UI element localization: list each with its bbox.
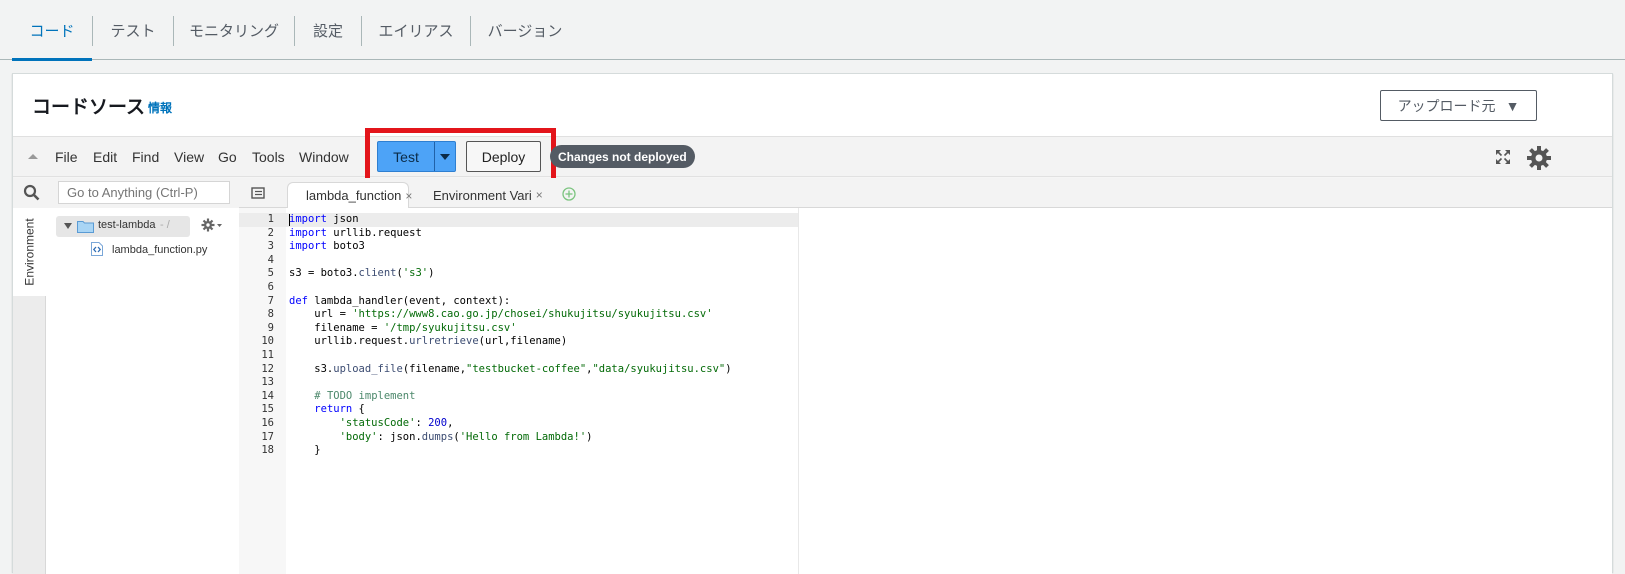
menu-window[interactable]: Window — [299, 149, 349, 165]
editor-tab-bar: lambda_function × Environment Vari × — [239, 178, 1612, 208]
line-number: 9 — [267, 321, 274, 334]
close-icon[interactable]: × — [536, 188, 543, 202]
highlight-annotation-box — [365, 128, 556, 184]
search-icon[interactable] — [23, 184, 40, 201]
menu-view[interactable]: View — [174, 149, 204, 165]
tab-list-icon[interactable] — [251, 187, 265, 199]
line-number: 5 — [267, 267, 274, 280]
code-text: urllib.request.urlretrieve(url,filename) — [289, 335, 568, 348]
code-text: import boto3 — [289, 240, 365, 253]
menu-edit[interactable]: Edit — [93, 149, 117, 165]
line-number: 7 — [267, 294, 274, 307]
code-text: # TODO implement — [314, 389, 416, 402]
menu-go[interactable]: Go — [218, 149, 237, 165]
tree-root-path: - / — [160, 219, 170, 231]
code-text: import urllib.request — [289, 226, 422, 239]
code-editor[interactable]: 1 import json 2 import urllib.request 3 impor… — [239, 208, 1612, 574]
line-number: 18 — [261, 444, 274, 457]
tab-lambda-function[interactable]: lambda_function × — [287, 182, 412, 208]
code-text: 'statusCode': 200, — [339, 416, 454, 429]
text-cursor — [289, 214, 290, 226]
menu-file[interactable]: File — [55, 149, 78, 165]
panel-title: コードソース — [32, 97, 146, 118]
close-icon[interactable]: × — [405, 189, 412, 203]
line-number: 1 — [267, 213, 274, 225]
cloud9-ide: File Edit Find View Go Tools Window Test… — [13, 128, 1612, 574]
tree-settings-gear-icon[interactable] — [201, 218, 223, 232]
info-link[interactable]: 情報 — [148, 99, 172, 116]
go-to-anything-input[interactable] — [58, 181, 230, 204]
code-text: 'body': json.dumps('Hello from Lambda!') — [339, 430, 593, 443]
line-number: 15 — [261, 403, 274, 416]
environment-tab-label: Environment — [22, 218, 37, 286]
line-number: 16 — [261, 416, 274, 429]
line-number: 4 — [267, 253, 274, 266]
folder-icon — [77, 221, 94, 233]
line-number: 13 — [261, 376, 274, 389]
menu-tools[interactable]: Tools — [252, 149, 285, 165]
tab-environment-variables-label: Environment Vari — [433, 187, 532, 203]
tree-file-lambda-function[interactable]: lambda_function.py — [112, 244, 207, 256]
code-text: s3.upload_file(filename,"testbucket-coff… — [289, 362, 732, 375]
collapse-up-icon[interactable] — [27, 150, 39, 162]
code-text: import json — [289, 213, 359, 225]
code-source-panel: コードソース 情報 アップロード元 ▼ File Edit Find View … — [12, 73, 1613, 574]
tab-aliases[interactable]: エイリアス — [362, 0, 470, 60]
code-text: return { — [314, 403, 365, 416]
expand-arrow-icon[interactable] — [64, 222, 72, 230]
line-number: 10 — [261, 335, 274, 348]
tab-test[interactable]: テスト — [93, 0, 173, 60]
code-text: def lambda_handler(event, context): — [289, 294, 511, 307]
tab-environment-variables[interactable]: Environment Vari × — [433, 182, 553, 208]
tab-lambda-function-label: lambda_function — [306, 188, 402, 203]
tab-versions[interactable]: バージョン — [471, 0, 579, 60]
caret-down-icon: ▼ — [1505, 97, 1520, 114]
function-tabs: コード テスト モニタリング 設定 エイリアス バージョン — [0, 0, 1625, 61]
line-number: 2 — [267, 226, 274, 239]
line-number: 14 — [261, 389, 274, 402]
settings-gear-icon[interactable] — [1526, 145, 1552, 171]
line-number: 3 — [267, 240, 274, 253]
tree-root-label: test-lambda — [98, 219, 156, 231]
code-text: url = 'https://www8.cao.go.jp/chosei/shu… — [289, 308, 713, 321]
line-number: 6 — [267, 280, 274, 293]
changes-not-deployed-badge: Changes not deployed — [550, 145, 695, 168]
line-number: 8 — [267, 308, 274, 321]
fullscreen-icon[interactable] — [1495, 149, 1511, 165]
side-panel-strip: Environment — [13, 208, 46, 574]
tab-code[interactable]: コード — [12, 0, 92, 61]
tab-monitoring[interactable]: モニタリング — [174, 0, 294, 60]
go-to-anything-bar — [13, 178, 239, 208]
add-tab-icon[interactable] — [562, 187, 576, 201]
file-tree: test-lambda - / lambda_function.py — [46, 208, 239, 574]
line-number: 11 — [261, 348, 274, 361]
tab-settings[interactable]: 設定 — [295, 0, 361, 60]
line-number: 17 — [261, 430, 274, 443]
upload-from-button[interactable]: アップロード元 ▼ — [1380, 90, 1537, 121]
menu-find[interactable]: Find — [132, 149, 159, 165]
python-file-icon — [91, 242, 103, 256]
code-text: } — [289, 444, 321, 457]
code-text: s3 = boto3.client('s3') — [289, 267, 435, 280]
print-margin — [798, 208, 799, 574]
environment-tab[interactable]: Environment — [13, 208, 46, 296]
line-number: 12 — [261, 362, 274, 375]
ide-toolbar: File Edit Find View Go Tools Window Test… — [13, 128, 1612, 184]
code-text: filename = '/tmp/syukujitsu.csv' — [289, 321, 517, 334]
upload-label: アップロード元 — [1397, 97, 1496, 114]
tree-root-folder[interactable]: test-lambda - / — [56, 216, 190, 237]
